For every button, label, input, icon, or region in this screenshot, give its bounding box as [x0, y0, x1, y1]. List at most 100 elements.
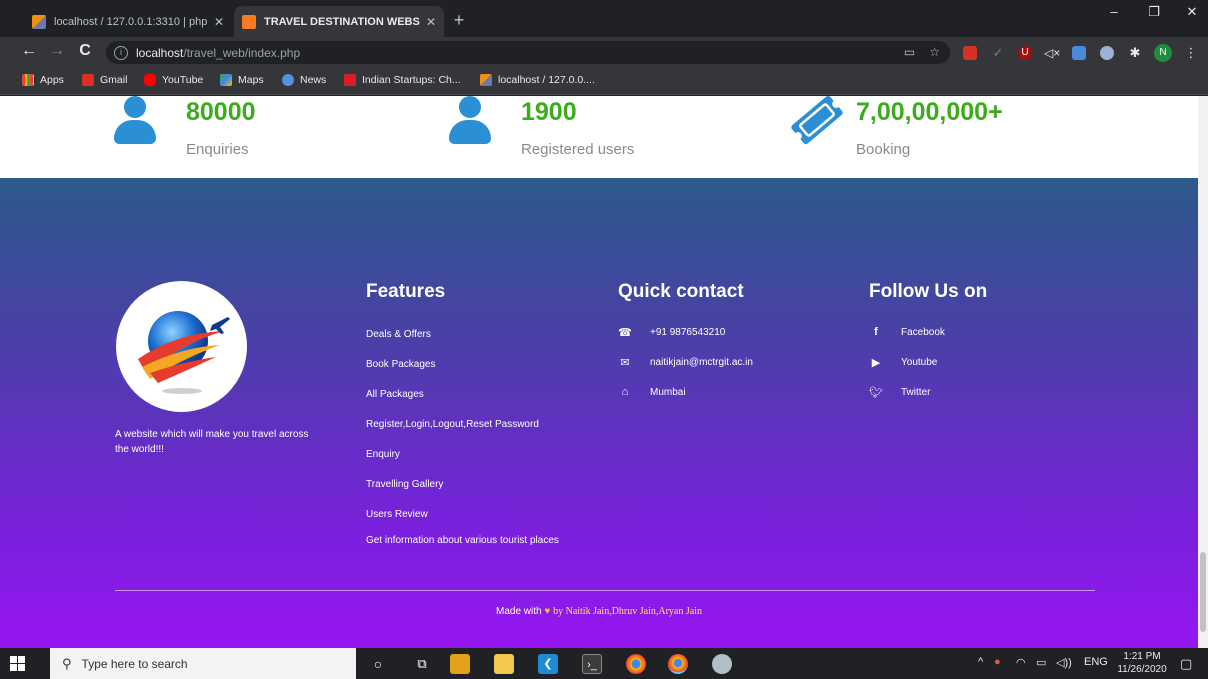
facebook-icon: f [874, 326, 878, 338]
chrome-menu-icon[interactable]: ⋮ [1184, 46, 1198, 60]
contact-text: +91 9876543210 [650, 327, 726, 338]
notifications-icon[interactable]: ▢ [1180, 656, 1192, 672]
bookmark-label: YouTube [162, 74, 204, 86]
youtube-icon: ▶ [871, 357, 881, 369]
feature-link-book-packages[interactable]: Book Packages [366, 359, 436, 370]
paint-icon[interactable] [712, 654, 732, 674]
bookmarks-bar: Apps Gmail YouTube Maps News Indian Star… [0, 68, 1208, 95]
windows-start-icon[interactable] [10, 656, 26, 672]
feature-link-gallery[interactable]: Travelling Gallery [366, 479, 443, 490]
globe-plane-logo-icon [138, 311, 230, 394]
tray-chevron-icon[interactable]: ^ [978, 656, 983, 668]
mute-tab-icon[interactable]: ◁× [1044, 46, 1060, 60]
back-icon[interactable]: ← [18, 42, 40, 60]
taskbar-search-box[interactable]: ⚲ Type here to search [50, 648, 356, 679]
bookmark-localhost[interactable]: localhost / 127.0.0.... [480, 74, 595, 86]
social-youtube[interactable]: ▶ Youtube [869, 356, 938, 369]
new-tab-button[interactable]: + [448, 10, 470, 31]
wifi-icon[interactable]: ◠ [1016, 656, 1026, 669]
heart-icon: ♥ [544, 606, 551, 617]
address-bar[interactable]: i localhost/travel_web/index.php ▭ ☆ [106, 41, 950, 64]
page-viewport: 80000 Enquiries 1900 Registered users 7,… [0, 96, 1198, 648]
scrollbar-thumb[interactable] [1200, 552, 1206, 632]
stat-label: Registered users [521, 141, 635, 158]
battery-icon[interactable]: ▭ [1036, 656, 1046, 669]
store-icon[interactable] [450, 654, 470, 674]
minimize-icon[interactable]: – [1094, 4, 1134, 19]
restore-icon[interactable]: ❐ [1134, 4, 1174, 20]
social-facebook[interactable]: f Facebook [869, 326, 945, 338]
bookmark-youtube[interactable]: YouTube [144, 74, 203, 86]
social-twitter[interactable]: 🐦︎ Twitter [869, 386, 930, 399]
bookmark-maps[interactable]: Maps [220, 74, 264, 86]
browser-tab-strip: localhost / 127.0.0.1:3310 | phpM ✕ TRAV… [0, 0, 1208, 37]
home-icon: ⌂ [621, 386, 629, 398]
ticket-icon [791, 96, 843, 145]
close-tab-icon[interactable]: ✕ [426, 15, 436, 29]
close-tab-icon[interactable]: ✕ [214, 15, 224, 29]
taskbar-clock[interactable]: 1:21 PM 11/26/2020 [1114, 650, 1170, 676]
tab-travel-destination[interactable]: TRAVEL DESTINATION WEBSITE ✕ [234, 6, 444, 37]
tab-phpmyadmin[interactable]: localhost / 127.0.0.1:3310 | phpM ✕ [24, 6, 232, 37]
search-placeholder: Type here to search [81, 656, 188, 671]
chrome-icon[interactable] [626, 654, 646, 674]
twitter-icon: 🐦︎ [869, 387, 883, 399]
extension-screen-icon[interactable] [1072, 46, 1086, 60]
credit-prefix: Made with [496, 606, 542, 617]
bookmark-label: Apps [40, 74, 64, 86]
omnibox-actions: ▭ ☆ [904, 45, 940, 59]
stat-label: Enquiries [186, 141, 249, 158]
bookmark-apps[interactable]: Apps [22, 74, 64, 86]
terminal-icon[interactable]: ›_ [582, 654, 602, 674]
volume-icon[interactable]: ◁)) [1056, 656, 1072, 669]
tray-app-icon[interactable]: ● [994, 656, 1001, 668]
profile-avatar[interactable]: N [1154, 44, 1172, 62]
footer-divider [115, 590, 1095, 591]
feature-link-all-packages[interactable]: All Packages [366, 389, 424, 400]
tab-title: localhost / 127.0.0.1:3310 | phpM [54, 15, 208, 28]
feature-link-register[interactable]: Register,Login,Logout,Reset Password [366, 419, 539, 430]
vscode-icon[interactable]: ❮ [538, 654, 558, 674]
stat-value: 1900 [521, 98, 577, 126]
extension-check-icon[interactable]: ✓ [991, 46, 1005, 60]
footer-tagline: A website which will make you travel acr… [115, 429, 309, 455]
extension-bookmark-icon[interactable] [963, 46, 977, 60]
bookmark-indian-startups[interactable]: Indian Startups: Ch... [344, 74, 461, 86]
windows-taskbar: ⚲ Type here to search ○ ⧉ ❮ ›_ ^ ● ◠ ▭ ◁… [0, 648, 1208, 679]
site-logo [116, 281, 247, 412]
language-indicator[interactable]: ENG [1084, 656, 1108, 668]
et-icon [344, 74, 356, 86]
reload-icon[interactable]: C [74, 42, 96, 60]
youtube-icon [144, 74, 156, 86]
tab-search-icon[interactable] [4, 12, 18, 26]
extension-ghost-icon[interactable] [1100, 46, 1114, 60]
url-host: localhost [136, 45, 184, 60]
social-text: Facebook [901, 326, 945, 338]
forward-icon[interactable]: → [46, 42, 68, 60]
feature-link-enquiry[interactable]: Enquiry [366, 449, 400, 460]
contact-text: Mumbai [650, 386, 686, 398]
contact-email[interactable]: ✉ naitikjain@mctrgit.ac.in [618, 356, 753, 369]
bookmark-news[interactable]: News [282, 74, 326, 86]
contact-location[interactable]: ⌂ Mumbai [618, 386, 686, 398]
feature-link-reviews[interactable]: Users Review [366, 509, 428, 520]
feature-link-deals[interactable]: Deals & Offers [366, 329, 431, 340]
extensions-puzzle-icon[interactable]: ✱ [1128, 46, 1142, 60]
page-scrollbar[interactable] [1198, 96, 1208, 648]
feature-link-tourist-places[interactable]: Get information about various tourist pl… [366, 533, 566, 549]
contact-phone[interactable]: ☎ +91 9876543210 [618, 326, 725, 339]
tab-title: TRAVEL DESTINATION WEBSITE [264, 15, 420, 28]
envelope-icon: ✉ [620, 357, 630, 369]
bookmark-star-icon[interactable]: ☆ [929, 45, 940, 59]
site-info-icon[interactable]: i [114, 45, 128, 60]
task-view-icon[interactable]: ⧉ [412, 654, 432, 674]
file-explorer-icon[interactable] [494, 654, 514, 674]
bookmark-gmail[interactable]: Gmail [82, 74, 127, 86]
gmail-icon [82, 74, 94, 86]
cast-icon[interactable]: ▭ [904, 45, 915, 59]
extension-ublock-icon[interactable]: U [1018, 46, 1032, 60]
cortana-icon[interactable]: ○ [368, 654, 388, 674]
chrome-icon-active[interactable] [668, 654, 688, 674]
credit-names: by Naitik Jain,Dhruv Jain,Aryan Jain [553, 606, 702, 617]
close-window-icon[interactable]: ✕ [1172, 4, 1208, 20]
